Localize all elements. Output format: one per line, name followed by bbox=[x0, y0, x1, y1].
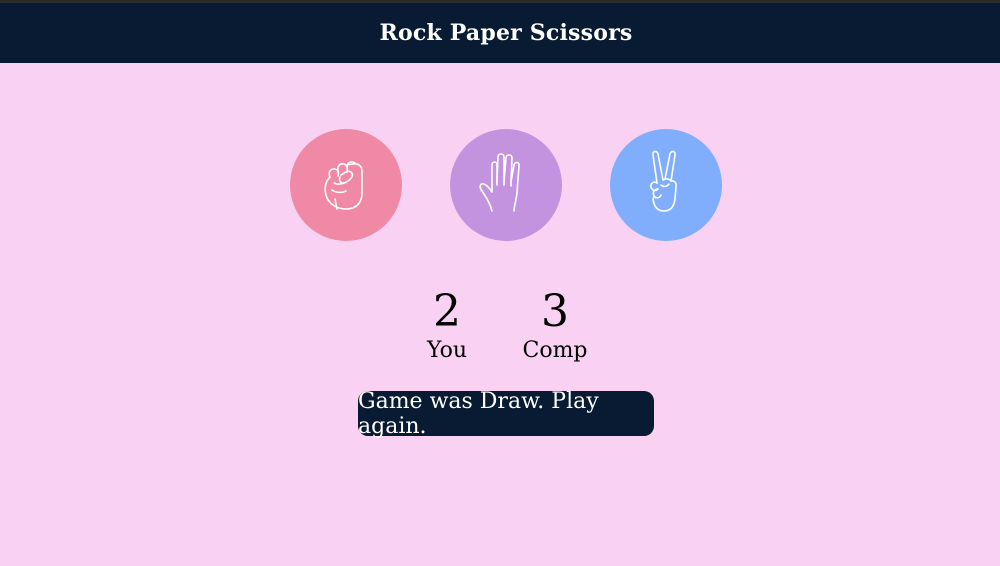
scissors-choice-button[interactable] bbox=[610, 129, 722, 241]
page-title: Rock Paper Scissors bbox=[379, 20, 633, 46]
open-hand-icon bbox=[470, 147, 542, 223]
scoreboard: 2 You 3 Comp bbox=[0, 287, 1000, 367]
rock-choice-button[interactable] bbox=[290, 129, 402, 241]
fist-icon bbox=[310, 147, 382, 223]
result-message: Game was Draw. Play again. bbox=[358, 389, 654, 439]
app-header: Rock Paper Scissors bbox=[0, 3, 1000, 63]
choice-buttons bbox=[0, 129, 1000, 241]
computer-score: 3 Comp bbox=[495, 287, 615, 365]
paper-choice-button[interactable] bbox=[450, 129, 562, 241]
computer-score-label: Comp bbox=[522, 338, 588, 363]
player-score-label: You bbox=[426, 338, 468, 363]
peace-hand-icon bbox=[630, 147, 702, 223]
player-score: 2 You bbox=[387, 287, 507, 365]
player-score-value: 2 bbox=[433, 286, 461, 337]
computer-score-value: 3 bbox=[541, 286, 569, 337]
